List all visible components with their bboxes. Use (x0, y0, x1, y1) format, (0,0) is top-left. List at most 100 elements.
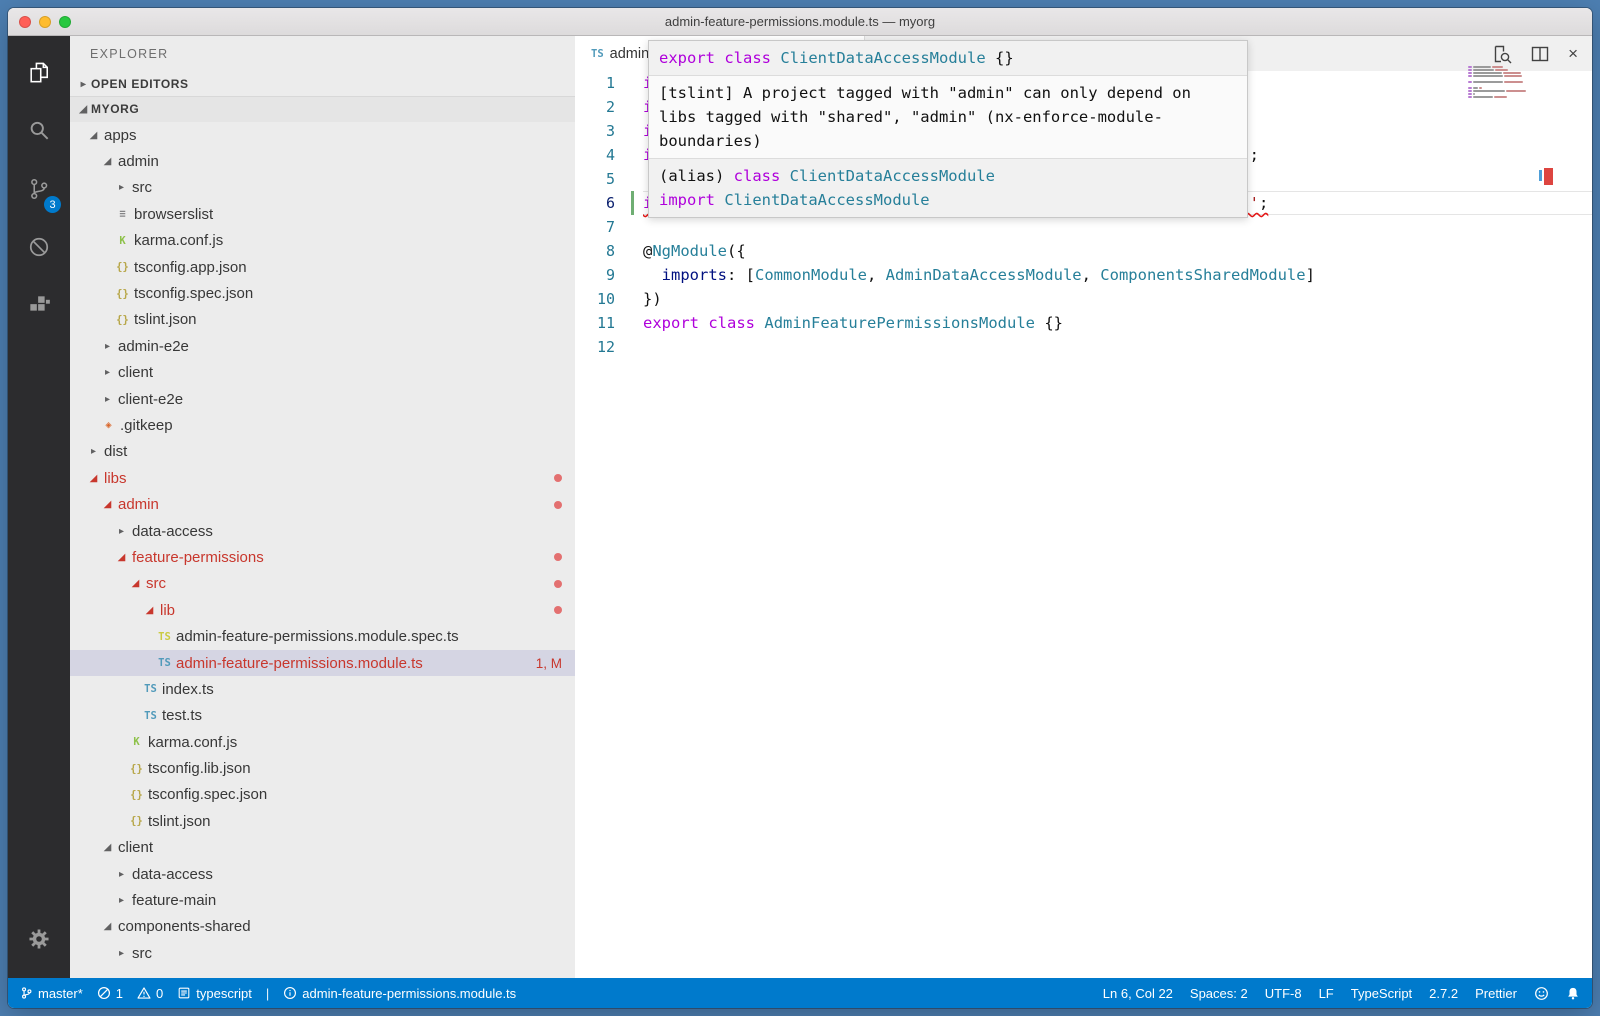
tree-item-label: karma.conf.js (134, 232, 223, 249)
tree-item[interactable]: ▸data-access (70, 518, 575, 544)
json-file-icon: {} (114, 288, 131, 300)
twistie-expanded-icon: ◢ (100, 499, 115, 510)
tree-item[interactable]: ▸feature-main (70, 887, 575, 913)
tree-item[interactable]: {}tslint.json (70, 808, 575, 834)
tree-item-label: admin-feature-permissions.module.ts (176, 655, 423, 672)
tree-item-label: data-access (132, 523, 213, 540)
activity-item-source-control[interactable]: 3 (8, 160, 70, 218)
hover-alias: (alias) class ClientDataAccessModuleimpo… (649, 159, 1247, 217)
code-line[interactable]: 12 (575, 335, 1592, 359)
tree-item[interactable]: TSindex.ts (70, 676, 575, 702)
tree-item[interactable]: ◈.gitkeep (70, 412, 575, 438)
close-window-button[interactable] (19, 16, 31, 28)
line-number: 8 (606, 239, 615, 263)
gutter: 11 (575, 311, 643, 335)
modified-dot (554, 501, 562, 509)
tree-item[interactable]: ◢feature-permissions (70, 544, 575, 570)
section-myorg[interactable]: ◢ MYORG (70, 96, 575, 122)
activity-item-settings[interactable] (8, 910, 70, 968)
tree-item[interactable]: ▸client (70, 360, 575, 386)
tree-item-label: browserslist (134, 206, 213, 223)
status-tslint[interactable]: typescript (177, 986, 252, 1001)
status-language-mode[interactable]: TypeScript (1351, 986, 1412, 1001)
tree-item[interactable]: ◢libs (70, 465, 575, 491)
status-ts-version[interactable]: 2.7.2 (1429, 986, 1458, 1001)
status-warnings[interactable]: 0 (137, 986, 163, 1001)
tree-item[interactable]: {}tsconfig.app.json (70, 254, 575, 280)
activity-item-extensions[interactable] (8, 276, 70, 334)
tree-item[interactable]: {}tsconfig.spec.json (70, 782, 575, 808)
line-number: 12 (597, 335, 615, 359)
gear-icon (26, 926, 52, 952)
code-line[interactable]: 7 (575, 215, 1592, 239)
ts-file-icon: TS (156, 657, 173, 669)
window-title: admin-feature-permissions.module.ts — my… (665, 14, 935, 29)
status-errors[interactable]: 1 (97, 986, 123, 1001)
tree-item[interactable]: ▸src (70, 175, 575, 201)
tree-item[interactable]: ◢client (70, 835, 575, 861)
status-eol[interactable]: LF (1319, 986, 1334, 1001)
code-text: imports: [CommonModule, AdminDataAccessM… (643, 263, 1592, 287)
tree-item[interactable]: TSadmin-feature-permissions.module.ts1, … (70, 650, 575, 676)
tree-item-label: feature-permissions (132, 549, 264, 566)
activity-item-explorer[interactable] (8, 44, 70, 102)
tree-item[interactable]: Kkarma.conf.js (70, 228, 575, 254)
status-formatter[interactable]: Prettier (1475, 986, 1517, 1001)
tree-item-label: client (118, 364, 153, 381)
hover-alias-line: import ClientDataAccessModule (659, 188, 1237, 212)
status-feedback[interactable] (1534, 986, 1549, 1001)
tree-item[interactable]: TSadmin-feature-permissions.module.spec.… (70, 623, 575, 649)
status-notifications[interactable] (1566, 986, 1580, 1001)
status-encoding-label: UTF-8 (1265, 986, 1302, 1001)
status-git-branch[interactable]: master* (20, 986, 83, 1001)
tree-item[interactable]: ▸client-e2e (70, 386, 575, 412)
tree-item-label: karma.conf.js (148, 734, 237, 751)
code-line[interactable]: 8@NgModule({ (575, 239, 1592, 263)
status-encoding[interactable]: UTF-8 (1265, 986, 1302, 1001)
activity-item-debug[interactable] (8, 218, 70, 276)
status-language-mode-label: TypeScript (1351, 986, 1412, 1001)
tree-item[interactable]: TStest.ts (70, 703, 575, 729)
code-line[interactable]: 9 imports: [CommonModule, AdminDataAcces… (575, 263, 1592, 287)
status-cursor-position[interactable]: Ln 6, Col 22 (1103, 986, 1173, 1001)
open-changes-button[interactable] (1492, 44, 1512, 64)
line-number: 2 (606, 95, 615, 119)
zoom-window-button[interactable] (59, 16, 71, 28)
minimize-window-button[interactable] (39, 16, 51, 28)
titlebar: admin-feature-permissions.module.ts — my… (8, 8, 1592, 36)
tree-item[interactable]: ◢admin (70, 148, 575, 174)
status-indentation[interactable]: Spaces: 2 (1190, 986, 1248, 1001)
files-icon (26, 60, 52, 86)
close-editor-button[interactable]: × (1568, 45, 1578, 62)
twistie-collapsed-icon: ▸ (114, 526, 129, 537)
status-bar: master*10typescript|admin-feature-permis… (8, 978, 1592, 1008)
tree-item-label: admin (118, 153, 159, 170)
tree-item[interactable]: ◢lib (70, 597, 575, 623)
tree-item-label: tsconfig.app.json (134, 259, 247, 276)
tree-item[interactable]: ▸dist (70, 439, 575, 465)
twistie-collapsed-icon: ▸ (114, 869, 129, 880)
gutter: 6 (575, 191, 643, 215)
tree-item[interactable]: ◢src (70, 571, 575, 597)
tree-item[interactable]: ◢components-shared (70, 914, 575, 940)
tree-item[interactable]: Kkarma.conf.js (70, 729, 575, 755)
split-editor-button[interactable] (1530, 44, 1550, 64)
code-text (643, 215, 1592, 239)
status-active-file-info[interactable]: admin-feature-permissions.module.ts (283, 986, 516, 1001)
hover-alias-line: (alias) class ClientDataAccessModule (659, 164, 1237, 188)
code-line[interactable]: 10}) (575, 287, 1592, 311)
tree-item[interactable]: ≡browserslist (70, 201, 575, 227)
tree-item[interactable]: ▸admin-e2e (70, 333, 575, 359)
tree-item[interactable]: {}tsconfig.lib.json (70, 755, 575, 781)
tree-item[interactable]: {}tslint.json (70, 307, 575, 333)
section-open-editors[interactable]: ▸ OPEN EDITORS (70, 72, 575, 96)
minimap[interactable] (1468, 66, 1532, 110)
code-line[interactable]: 11export class AdminFeaturePermissionsMo… (575, 311, 1592, 335)
tree-item[interactable]: ▸data-access (70, 861, 575, 887)
tree-item[interactable]: ◢apps (70, 122, 575, 148)
activity-item-search[interactable] (8, 102, 70, 160)
twistie-collapsed-icon: ▸ (100, 341, 115, 352)
tree-item[interactable]: {}tsconfig.spec.json (70, 280, 575, 306)
tree-item[interactable]: ◢admin (70, 491, 575, 517)
tree-item[interactable]: ▸src (70, 940, 575, 966)
